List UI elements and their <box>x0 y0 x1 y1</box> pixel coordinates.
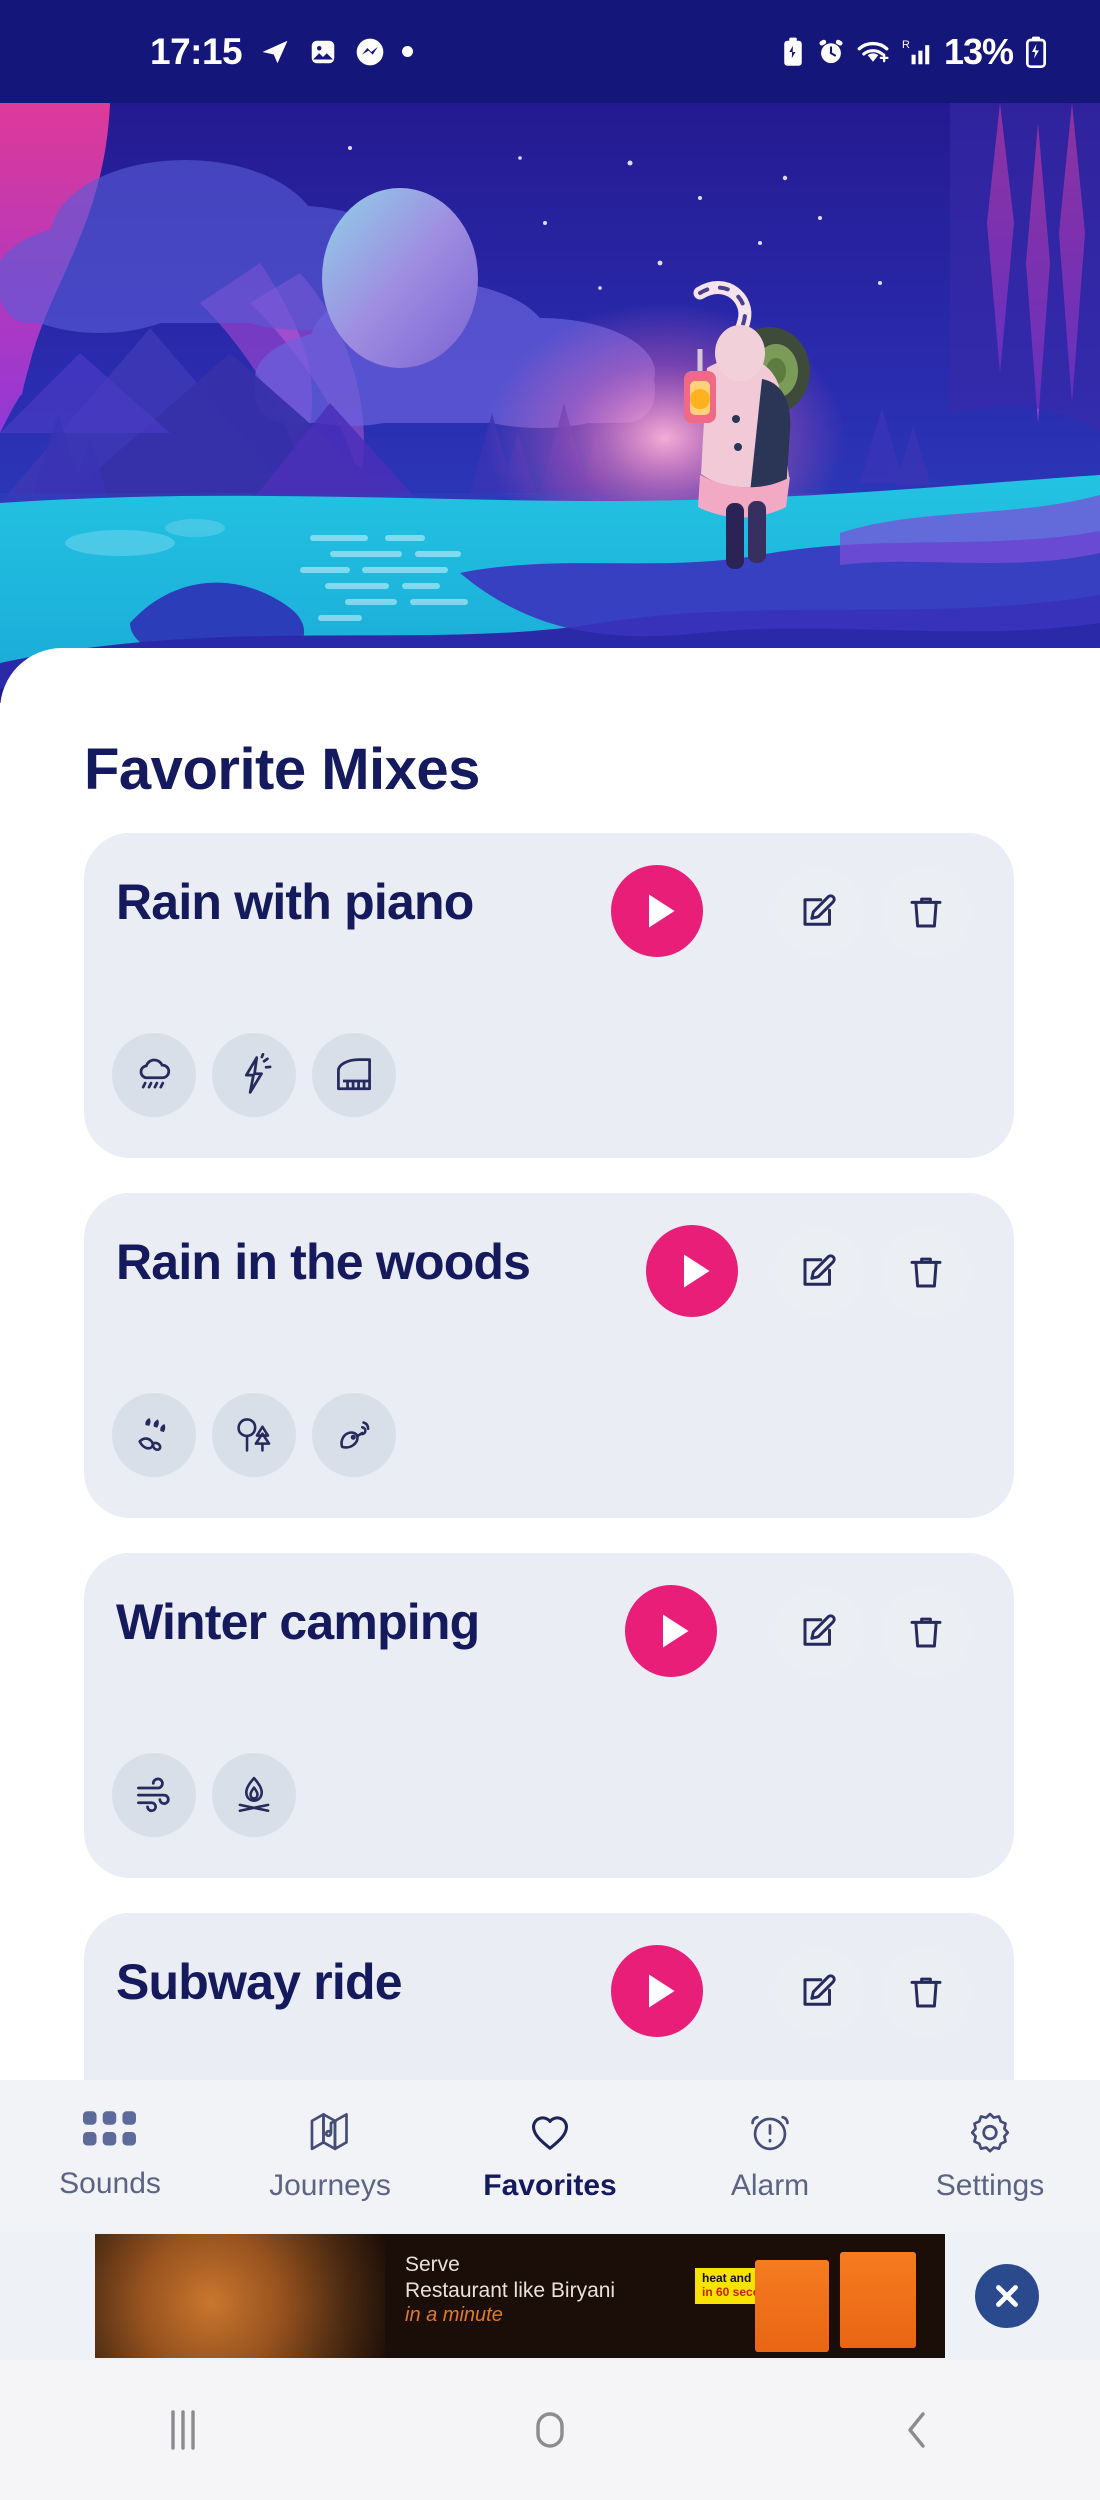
edit-button[interactable] <box>775 1588 863 1676</box>
delete-button[interactable] <box>882 1948 970 2036</box>
close-icon[interactable] <box>975 2264 1039 2328</box>
status-bar-left: 17:15 <box>150 31 414 72</box>
home-button[interactable] <box>367 2403 734 2457</box>
delete-button[interactable] <box>882 1588 970 1676</box>
forest-trees-icon[interactable] <box>212 1393 296 1477</box>
nav-label-sounds: Sounds <box>59 2167 161 2200</box>
mix-card[interactable]: Winter camping <box>0 1553 1100 1878</box>
mix-sound-list <box>112 1393 396 1477</box>
ad-line-2: Restaurant like Biryani <box>405 2278 616 2302</box>
status-bar-right: R 13% <box>780 31 1048 73</box>
nav-item-settings[interactable]: Settings <box>880 2109 1100 2203</box>
play-button[interactable] <box>625 1585 717 1677</box>
mix-card[interactable]: Rain in the woods <box>0 1193 1100 1518</box>
ad-product-box <box>840 2252 916 2348</box>
ad-container: Serve Restaurant like Biryani in a minut… <box>0 2232 1100 2360</box>
play-button[interactable] <box>611 865 703 957</box>
mix-title: Subway ride <box>116 1954 403 2010</box>
nav-item-favorites[interactable]: Favorites <box>440 2109 660 2203</box>
rain-cloud-icon[interactable] <box>112 1033 196 1117</box>
ad-line-3: in a minute <box>405 2304 503 2327</box>
mix-title: Rain with piano <box>116 874 474 930</box>
alarm-icon <box>817 38 845 66</box>
back-button[interactable] <box>733 2403 1100 2457</box>
campfire-icon[interactable] <box>212 1753 296 1837</box>
favorites-sheet: Favorite Mixes Rain with piano Rain in t… <box>0 648 1100 2238</box>
rain-leaves-icon[interactable] <box>112 1393 196 1477</box>
battery-saver-icon <box>780 37 806 67</box>
edit-button[interactable] <box>775 1948 863 2036</box>
ad-banner[interactable]: Serve Restaurant like Biryani in a minut… <box>95 2234 945 2358</box>
messenger-icon <box>354 36 386 68</box>
page-title: Favorite Mixes <box>84 737 480 802</box>
mix-sound-list <box>112 1753 296 1837</box>
gear-icon <box>966 2109 1014 2160</box>
play-button[interactable] <box>611 1945 703 2037</box>
android-navigation-bar <box>0 2360 1100 2500</box>
grid-icon <box>83 2111 137 2158</box>
wind-icon[interactable] <box>112 1753 196 1837</box>
recents-button[interactable] <box>0 2403 367 2457</box>
nav-label-settings: Settings <box>935 2169 1045 2202</box>
mix-card[interactable]: Rain with piano <box>0 833 1100 1158</box>
nav-label-alarm: Alarm <box>730 2169 810 2202</box>
nav-item-journeys[interactable]: Journeys <box>220 2109 440 2203</box>
piano-icon[interactable] <box>312 1033 396 1117</box>
svg-text:R: R <box>902 38 910 50</box>
mix-sound-list <box>112 1033 396 1117</box>
telegram-icon <box>258 37 292 67</box>
nav-label-journeys: Journeys <box>269 2169 391 2202</box>
nav-item-sounds[interactable]: Sounds <box>0 2111 220 2201</box>
ad-product-box <box>755 2260 829 2352</box>
play-button[interactable] <box>646 1225 738 1317</box>
battery-percent-label: 13% <box>943 30 1014 72</box>
alarm-clock-icon <box>746 2109 794 2160</box>
heart-icon <box>525 2109 575 2160</box>
map-music-icon <box>306 2109 354 2160</box>
ad-line-1: Serve <box>405 2253 460 2276</box>
delete-button[interactable] <box>882 868 970 956</box>
edit-button[interactable] <box>775 868 863 956</box>
mix-title: Rain in the woods <box>116 1234 531 1290</box>
nav-item-alarm[interactable]: Alarm <box>660 2109 880 2203</box>
photos-icon <box>308 37 338 67</box>
nav-label-favorites: Favorites <box>483 2169 617 2202</box>
edit-button[interactable] <box>775 1228 863 1316</box>
bird-singing-icon[interactable] <box>312 1393 396 1477</box>
delete-button[interactable] <box>882 1228 970 1316</box>
bottom-navigation: Sounds Journeys Favorites Alarm Settings <box>0 2080 1100 2232</box>
lightning-icon[interactable] <box>212 1033 296 1117</box>
mix-title: Winter camping <box>116 1594 480 1650</box>
status-bar-clock: 17:15 <box>150 31 243 72</box>
hero-illustration <box>0 103 1100 703</box>
battery-charging-icon <box>1024 36 1048 68</box>
status-bar: 17:15 R 13% <box>0 0 1100 103</box>
ad-food-image <box>95 2234 385 2358</box>
roaming-signal-icon: R <box>901 37 933 67</box>
favorite-mixes-list: Rain with piano Rain in the woods Winter… <box>0 833 1100 2273</box>
dot-indicator <box>402 46 414 57</box>
ad-copy: Serve Restaurant like Biryani in a minut… <box>405 2252 615 2328</box>
wifi-icon <box>856 38 890 66</box>
